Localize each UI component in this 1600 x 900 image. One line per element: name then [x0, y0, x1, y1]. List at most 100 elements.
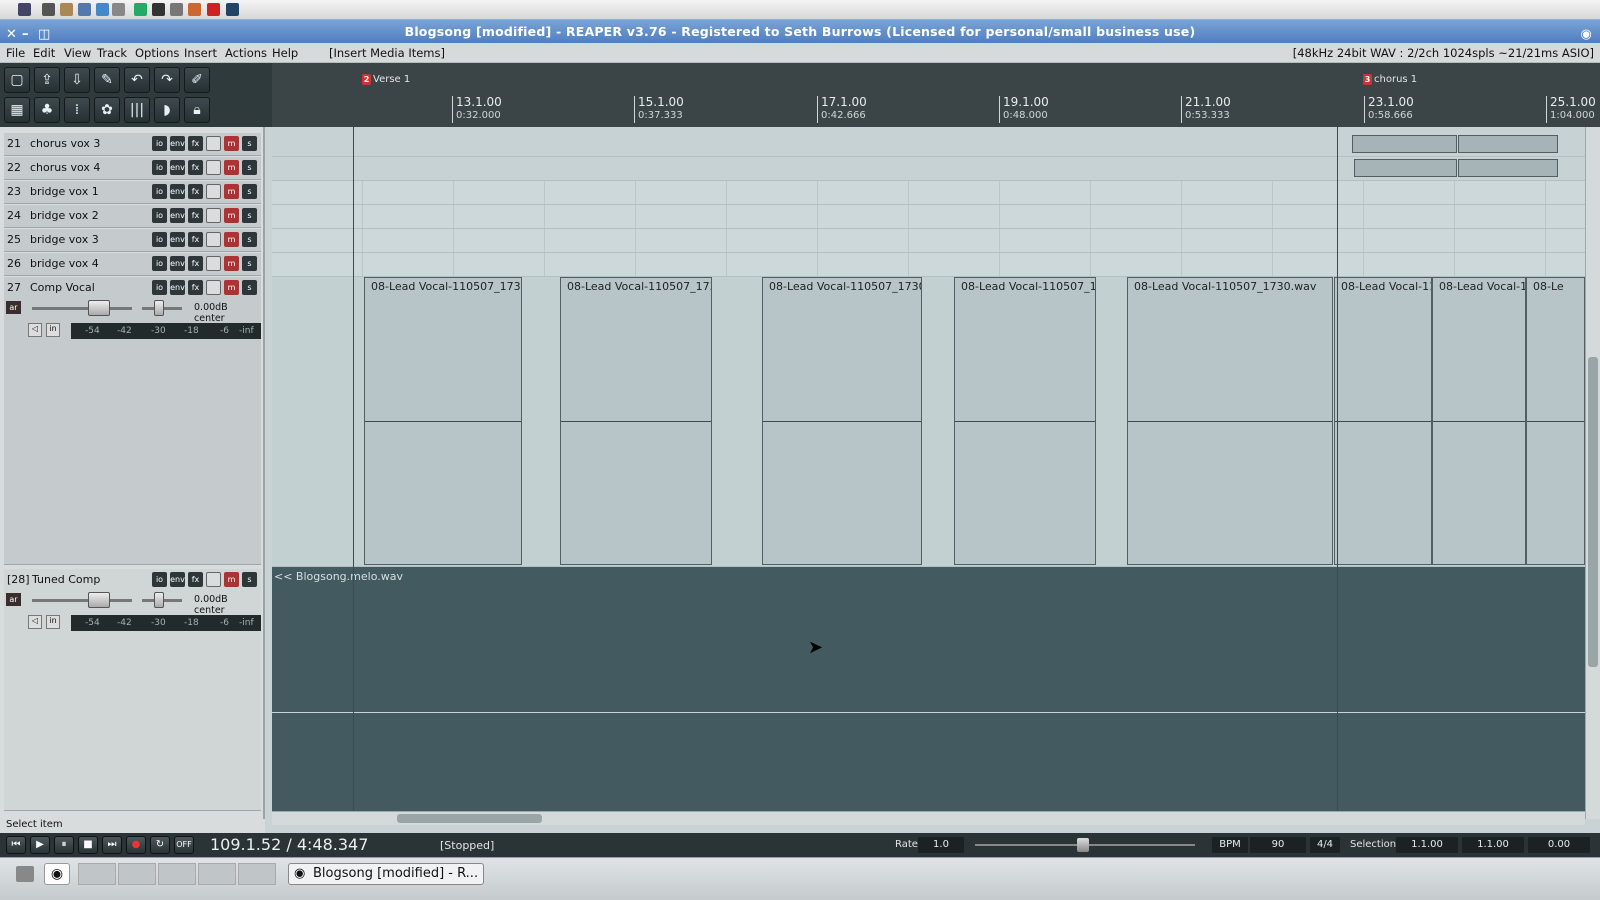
ripple-edit-icon[interactable]: ♣	[34, 97, 60, 123]
track-name[interactable]: Tuned Comp \	[32, 573, 104, 586]
track-row[interactable]: 23 bridge vox 1 io env fx m s	[4, 181, 261, 204]
phase-icon[interactable]	[206, 256, 221, 271]
io-button[interactable]: io	[152, 184, 167, 199]
repeat-icon[interactable]: ↻	[150, 836, 170, 854]
fx-button[interactable]: fx	[188, 256, 203, 271]
menu-file[interactable]: File	[6, 43, 25, 63]
input-icon[interactable]: in	[46, 615, 60, 629]
io-button[interactable]: io	[152, 136, 167, 151]
phase-icon[interactable]	[206, 280, 221, 295]
play-icon[interactable]: ▶	[30, 836, 50, 854]
env-button[interactable]: env	[170, 256, 185, 271]
media-item-small[interactable]	[1352, 135, 1457, 153]
fx-button[interactable]: fx	[188, 232, 203, 247]
phase-icon[interactable]	[206, 184, 221, 199]
workspace-switcher[interactable]	[238, 863, 276, 885]
media-item[interactable]: 08-Lead Vocal-110507_1	[954, 277, 1096, 565]
media-item-small[interactable]	[1458, 135, 1558, 153]
record-arm-button[interactable]: ar	[6, 593, 21, 606]
workspace-switcher[interactable]	[78, 863, 116, 885]
media-item[interactable]: 08-Lead Vocal-110	[1334, 277, 1432, 565]
chart-icon[interactable]	[96, 3, 109, 16]
phase-icon[interactable]	[206, 572, 221, 587]
stop-icon[interactable]: ■	[78, 836, 98, 854]
time-signature-field[interactable]: 4/4	[1310, 837, 1340, 853]
warning-icon[interactable]	[207, 3, 220, 16]
fx-button[interactable]: fx	[188, 280, 203, 295]
phase-icon[interactable]	[206, 160, 221, 175]
workspace-switcher[interactable]	[118, 863, 156, 885]
track-row[interactable]: 26 bridge vox 4 io env fx m s	[4, 253, 261, 276]
file-manager-icon[interactable]	[60, 3, 73, 16]
lane-track-23[interactable]	[272, 181, 1585, 205]
solo-button[interactable]: s	[242, 280, 257, 295]
horizontal-scrollbar[interactable]	[272, 811, 1585, 825]
input-icon[interactable]: in	[46, 323, 60, 337]
phase-icon[interactable]	[206, 136, 221, 151]
menu-options[interactable]: Options	[135, 43, 179, 63]
rate-slider-knob[interactable]	[1077, 838, 1089, 852]
envelope-icon[interactable]: ✿	[94, 97, 120, 123]
image-icon[interactable]	[134, 3, 147, 16]
arrange-view[interactable]: 08-Lead Vocal-110507_1730 08-Lead Vocal-…	[272, 127, 1585, 819]
app-launcher-icon[interactable]	[18, 3, 31, 16]
solo-button[interactable]: s	[242, 572, 257, 587]
position-readout[interactable]: 109.1.52 / 4:48.347	[210, 835, 368, 854]
mute-button[interactable]: m	[224, 184, 239, 199]
redo-icon[interactable]: ↷	[154, 67, 180, 93]
mute-button[interactable]: m	[224, 280, 239, 295]
mute-button[interactable]: m	[224, 256, 239, 271]
media-item[interactable]: 08-Lead Vocal-110507_1730	[364, 277, 522, 565]
track-name[interactable]: Comp Vocal	[30, 281, 102, 294]
media-item-small[interactable]	[1458, 159, 1558, 177]
horizontal-scroll-thumb[interactable]	[397, 814, 542, 823]
workspace-switcher[interactable]	[158, 863, 196, 885]
media-item[interactable]: 08-Lead Vocal-110507_1730	[762, 277, 922, 565]
track-row[interactable]: 25 bridge vox 3 io env fx m s	[4, 229, 261, 252]
menu-help[interactable]: Help	[272, 43, 298, 63]
audio-format-status[interactable]: [48kHz 24bit WAV : 2/2ch 1024spls ~21/21…	[1293, 43, 1594, 63]
io-button[interactable]: io	[152, 256, 167, 271]
pan-knob[interactable]	[154, 592, 164, 608]
save-project-icon[interactable]: ⇩	[64, 67, 90, 93]
mute-button[interactable]: m	[224, 232, 239, 247]
terminal-icon[interactable]	[42, 3, 55, 16]
lane-track-25[interactable]	[272, 229, 1585, 253]
io-button[interactable]: io	[152, 280, 167, 295]
env-button[interactable]: env	[170, 136, 185, 151]
selection-length-field[interactable]: 0.00	[1528, 837, 1590, 853]
menu-track[interactable]: Track	[97, 43, 127, 63]
solo-button[interactable]: s	[242, 256, 257, 271]
track-name[interactable]: bridge vox 4	[30, 257, 102, 270]
phase-icon[interactable]	[206, 208, 221, 223]
mute-button[interactable]: m	[224, 572, 239, 587]
menu-view[interactable]: View	[64, 43, 91, 63]
marker-chorus-1[interactable]: 3 chorus 1	[1363, 73, 1417, 87]
mute-button[interactable]: m	[224, 208, 239, 223]
media-item[interactable]: 08-Lead Vocal-1	[1432, 277, 1526, 565]
env-button[interactable]: env	[170, 572, 185, 587]
undo-icon[interactable]: ↶	[124, 67, 150, 93]
menu-actions[interactable]: Actions	[225, 43, 267, 63]
menu-edit[interactable]: Edit	[33, 43, 55, 63]
pan-knob[interactable]	[154, 300, 164, 316]
show-desktop-icon[interactable]	[16, 866, 34, 882]
pause-icon[interactable]: ⏸	[54, 836, 74, 854]
env-button[interactable]: env	[170, 160, 185, 175]
track-name[interactable]: chorus vox 4	[30, 161, 102, 174]
io-button[interactable]: io	[152, 208, 167, 223]
speaker-icon[interactable]	[112, 3, 125, 16]
solo-button[interactable]: s	[242, 136, 257, 151]
volume-fader[interactable]	[32, 307, 132, 310]
track-name[interactable]: bridge vox 1	[30, 185, 102, 198]
track-name[interactable]: chorus vox 3	[30, 137, 102, 150]
lock-icon[interactable]: 🔒︎	[184, 97, 210, 123]
media-item[interactable]: 08-Lead Vocal-110507_1730.wav	[1127, 277, 1333, 565]
lane-track-24[interactable]	[272, 205, 1585, 229]
new-project-icon[interactable]: ▢	[4, 67, 30, 93]
grid-toggle-icon[interactable]: ▦	[4, 97, 30, 123]
fx-button[interactable]: fx	[188, 136, 203, 151]
disc-icon[interactable]	[170, 3, 183, 16]
record-mode-button[interactable]: OFF	[174, 836, 194, 854]
lane-tuned-comp[interactable]: << Blogsong.melo.wav	[272, 567, 1585, 819]
